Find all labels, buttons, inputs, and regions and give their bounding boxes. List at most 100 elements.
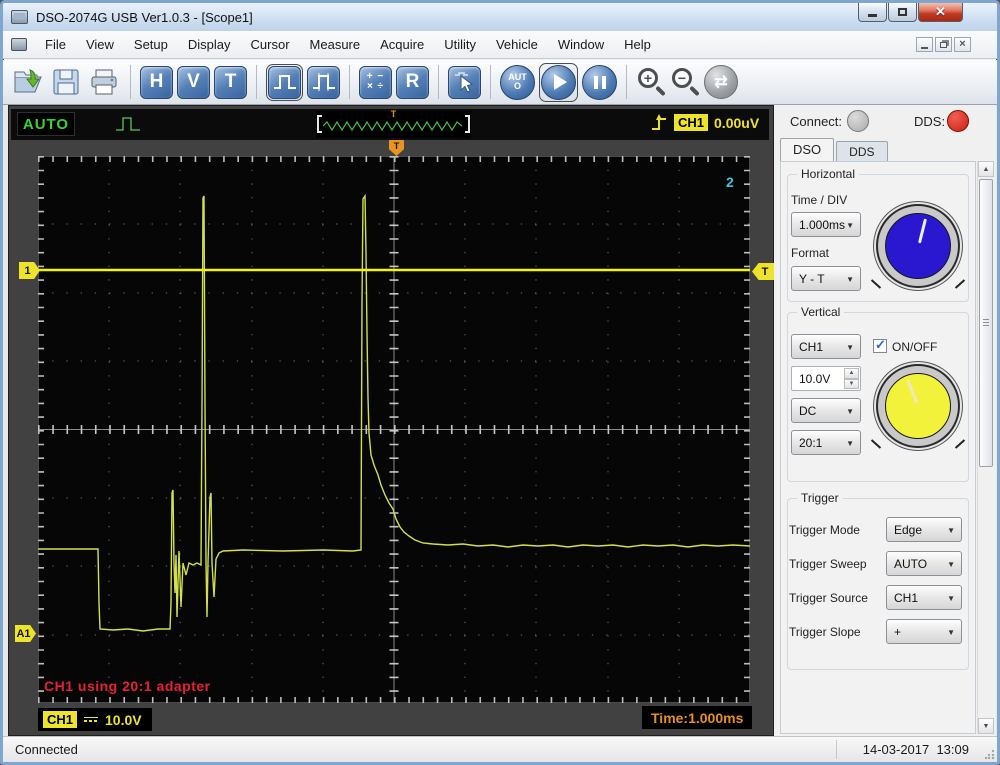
toolbar-separator bbox=[130, 65, 131, 99]
maximize-icon bbox=[898, 8, 907, 16]
vertical-knob-indicator bbox=[906, 379, 919, 404]
mdi-close-icon: × bbox=[959, 38, 966, 50]
horizontal-knob-face bbox=[885, 213, 951, 279]
probe-ratio-select[interactable]: 20:1 bbox=[791, 430, 861, 455]
menu-acquire[interactable]: Acquire bbox=[370, 33, 434, 56]
spinner-down-icon[interactable]: ▼ bbox=[844, 378, 859, 389]
pulse-display-button[interactable] bbox=[268, 65, 301, 99]
dso-panel: Horizontal Time / DIV 1.000ms Format Y -… bbox=[780, 161, 976, 734]
vertical-group-label: Vertical bbox=[797, 305, 845, 319]
pulse-measure-button[interactable] bbox=[307, 65, 340, 99]
toolbar-separator bbox=[256, 65, 257, 99]
cursor-measure-button[interactable] bbox=[448, 65, 481, 99]
trigger-sweep-label: Trigger Sweep bbox=[789, 557, 867, 571]
channel-select[interactable]: CH1 bbox=[791, 334, 861, 359]
run-selected-frame bbox=[539, 62, 578, 102]
close-icon: ✕ bbox=[935, 4, 946, 19]
reference-button[interactable]: R bbox=[396, 65, 429, 99]
trigger-sweep-select[interactable]: AUTO bbox=[886, 551, 962, 576]
trigger-mode-select[interactable]: Edge bbox=[886, 517, 962, 542]
pulse-mode-icon bbox=[116, 117, 140, 131]
zoom-out-button[interactable]: − bbox=[670, 66, 700, 98]
scroll-up-icon[interactable]: ▲ bbox=[978, 161, 994, 177]
format-select[interactable]: Y - T bbox=[791, 266, 861, 291]
run-button[interactable] bbox=[541, 64, 576, 100]
channel1-scale-badge[interactable]: CH1 10.0V bbox=[38, 708, 152, 731]
spinner-up-icon[interactable]: ▲ bbox=[844, 368, 859, 379]
mdi-minimize-button[interactable] bbox=[916, 37, 933, 52]
math-icon: + − × ÷ bbox=[366, 71, 385, 92]
pause-icon bbox=[593, 75, 606, 89]
open-folder-icon bbox=[14, 69, 42, 93]
zoom-in-button[interactable]: + bbox=[636, 66, 666, 98]
math-button[interactable]: + − × ÷ bbox=[359, 65, 392, 99]
channel-onoff-label: ON/OFF bbox=[892, 340, 938, 354]
preview-waveform bbox=[323, 120, 463, 132]
menu-vehicle[interactable]: Vehicle bbox=[486, 33, 548, 56]
control-panel: Connect: DDS: DSO DDS Horizontal Time / … bbox=[774, 105, 996, 736]
window-title: DSO-2074G USB Ver1.0.3 - [Scope1] bbox=[36, 9, 253, 25]
time-per-div-badge: Time:1.000ms bbox=[642, 706, 753, 729]
waveform-preview[interactable]: T bbox=[316, 110, 471, 138]
horizontal-knob[interactable] bbox=[876, 204, 960, 288]
close-button[interactable]: ✕ bbox=[918, 3, 963, 22]
open-file-button[interactable] bbox=[11, 64, 45, 100]
menu-utility[interactable]: Utility bbox=[434, 33, 486, 56]
minimize-button[interactable] bbox=[858, 3, 887, 22]
trigger-readout: CH1 0.00uV bbox=[651, 113, 759, 132]
autoset-button[interactable]: AUTO bbox=[500, 64, 535, 100]
resize-grip[interactable] bbox=[983, 748, 996, 761]
connect-indicator bbox=[847, 110, 869, 132]
menu-cursor[interactable]: Cursor bbox=[241, 33, 300, 56]
trigger-slope-label: Trigger Slope bbox=[789, 625, 861, 639]
tab-dso[interactable]: DSO bbox=[780, 138, 835, 161]
print-button[interactable] bbox=[87, 64, 121, 100]
document-icon[interactable] bbox=[11, 38, 27, 51]
menu-file[interactable]: File bbox=[35, 33, 76, 56]
mdi-close-button[interactable]: × bbox=[954, 37, 971, 52]
menu-window[interactable]: Window bbox=[548, 33, 614, 56]
trigger-position-marker[interactable]: T bbox=[389, 140, 404, 156]
zoom-in-icon: + bbox=[638, 68, 658, 88]
trigger-slope-select[interactable]: + bbox=[886, 619, 962, 644]
scrollbar-thumb[interactable] bbox=[979, 179, 993, 467]
pause-button[interactable] bbox=[582, 64, 617, 100]
vertical-panel-button[interactable]: V bbox=[177, 65, 210, 99]
connection-status-row: Connect: DDS: bbox=[774, 105, 996, 138]
horizontal-panel-button[interactable]: H bbox=[140, 65, 173, 99]
save-button[interactable] bbox=[49, 64, 83, 100]
trigger-source-select[interactable]: CH1 bbox=[886, 585, 962, 610]
panel-scrollbar[interactable]: ▲ ▼ bbox=[977, 161, 994, 734]
sync-button[interactable]: ⇄ bbox=[704, 65, 738, 99]
main-area: AUTO T CH1 0.00uV 2 CH1 using 20:1 adapt… bbox=[3, 105, 997, 736]
trigger-source-chip: CH1 bbox=[674, 114, 709, 131]
toolbar: H V T + − × ÷ R AUTO + − ⇄ bbox=[3, 60, 997, 105]
menu-bar: File View Setup Display Cursor Measure A… bbox=[3, 31, 997, 59]
printer-icon bbox=[91, 69, 117, 95]
menu-help[interactable]: Help bbox=[614, 33, 661, 56]
menu-view[interactable]: View bbox=[76, 33, 124, 56]
channel-onoff-checkbox[interactable] bbox=[873, 337, 887, 353]
volts-div-spinner[interactable]: 10.0V ▲ ▼ bbox=[791, 366, 861, 391]
trigger-panel-button[interactable]: T bbox=[214, 65, 247, 99]
minimize-icon bbox=[868, 14, 877, 17]
a1-position-marker[interactable]: A1 bbox=[15, 625, 36, 642]
toolbar-separator bbox=[626, 65, 627, 99]
menu-display[interactable]: Display bbox=[178, 33, 241, 56]
vertical-knob[interactable] bbox=[876, 364, 960, 448]
horizontal-knob-indicator bbox=[918, 218, 927, 244]
app-icon bbox=[11, 10, 28, 24]
menu-setup[interactable]: Setup bbox=[124, 33, 178, 56]
scroll-down-icon[interactable]: ▼ bbox=[978, 718, 994, 734]
maximize-button[interactable] bbox=[888, 3, 917, 22]
play-icon bbox=[554, 74, 567, 90]
channel1-position-marker[interactable]: 1 bbox=[19, 262, 40, 279]
menu-measure[interactable]: Measure bbox=[300, 33, 371, 56]
trigger-level-value: 0.00uV bbox=[714, 114, 760, 131]
adapter-notice: CH1 using 20:1 adapter bbox=[44, 678, 211, 694]
dc-coupling-icon bbox=[84, 717, 99, 722]
coupling-select[interactable]: DC bbox=[791, 398, 861, 423]
time-div-select[interactable]: 1.000ms bbox=[791, 212, 861, 237]
mdi-restore-button[interactable] bbox=[935, 37, 952, 52]
trigger-level-marker[interactable]: T bbox=[752, 263, 774, 280]
